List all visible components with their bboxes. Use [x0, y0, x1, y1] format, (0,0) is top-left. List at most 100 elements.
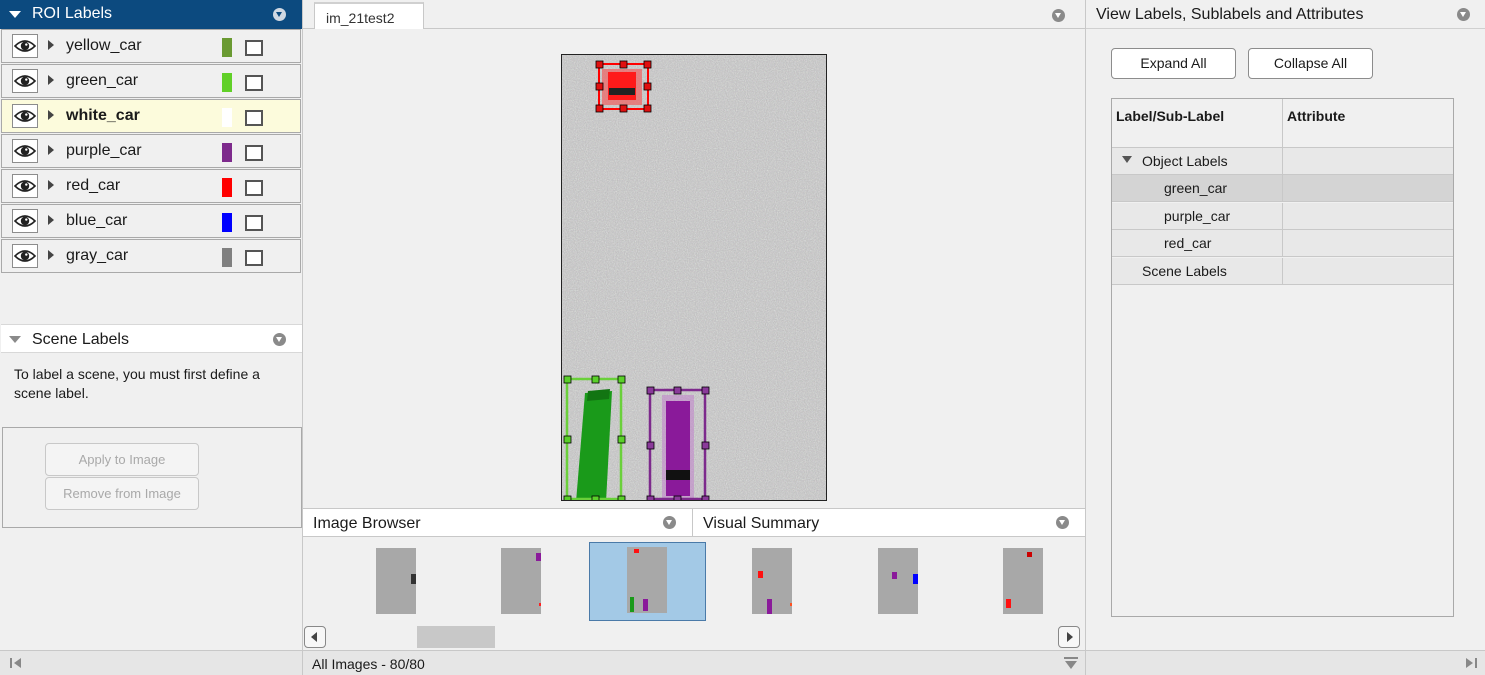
collapse-triangle-icon[interactable]	[9, 11, 21, 18]
collapse-all-button[interactable]: Collapse All	[1248, 48, 1373, 79]
red-car-object	[602, 69, 642, 105]
attributes-panel-title: View Labels, Sublabels and Attributes	[1096, 6, 1364, 23]
scroll-right-button[interactable]	[1058, 626, 1080, 648]
label-checkbox[interactable]	[245, 215, 263, 231]
tree-row-sublabel[interactable]: red_car	[1112, 230, 1453, 257]
panel-menu-icon[interactable]	[663, 516, 676, 529]
expand-arrow-icon[interactable]	[48, 145, 54, 155]
tab-im-21test2[interactable]: im_21test2	[314, 2, 424, 30]
tree-row-sublabel[interactable]: green_car	[1112, 175, 1453, 202]
expand-arrow-icon[interactable]	[48, 40, 54, 50]
image-thumbnail[interactable]	[376, 548, 416, 614]
label-attribute-table: Label/Sub-Label Attribute Object Labels …	[1111, 98, 1454, 617]
visibility-toggle-button[interactable]	[12, 174, 38, 198]
label-color-swatch[interactable]	[222, 248, 232, 267]
expand-triangle-icon[interactable]	[1122, 156, 1132, 164]
roi-label-name: white_car	[66, 107, 140, 124]
label-checkbox[interactable]	[245, 40, 263, 56]
label-checkbox[interactable]	[245, 75, 263, 91]
roi-label-name: gray_car	[66, 247, 129, 264]
visibility-toggle-button[interactable]	[12, 34, 38, 58]
label-color-swatch[interactable]	[222, 108, 232, 127]
scene-label-box: Apply to Image Remove from Image	[2, 427, 302, 528]
scene-labels-title: Scene Labels	[32, 331, 129, 348]
visibility-toggle-button[interactable]	[12, 69, 38, 93]
purple-car-object	[662, 395, 694, 500]
column-header-label[interactable]: Label/Sub-Label	[1112, 99, 1283, 148]
roi-label-row[interactable]: white_car	[1, 99, 301, 133]
tree-row-scene-labels[interactable]: Scene Labels	[1112, 258, 1453, 285]
panel-menu-icon[interactable]	[1457, 8, 1470, 21]
eye-icon	[14, 215, 36, 227]
expand-arrow-icon[interactable]	[48, 250, 54, 260]
document-menu-icon[interactable]	[1052, 9, 1065, 22]
panel-menu-icon[interactable]	[1056, 516, 1069, 529]
label-checkbox[interactable]	[245, 180, 263, 196]
label-color-swatch[interactable]	[222, 213, 232, 232]
image-thumbnail[interactable]	[1003, 548, 1043, 614]
image-browser-header[interactable]: Image Browser	[303, 508, 693, 537]
image-thumbnail[interactable]	[627, 547, 667, 613]
column-header-attribute[interactable]: Attribute	[1283, 99, 1453, 148]
label-color-swatch[interactable]	[222, 73, 232, 92]
tree-row-label: Object Labels	[1142, 153, 1228, 169]
tree-row-label: purple_car	[1164, 208, 1231, 224]
roi-label-row[interactable]: purple_car	[1, 134, 301, 168]
scroll-left-button[interactable]	[304, 626, 326, 648]
image-canvas[interactable]	[562, 55, 827, 501]
roi-label-row[interactable]: gray_car	[1, 239, 301, 273]
filter-icon[interactable]	[1063, 656, 1079, 670]
attributes-panel-header[interactable]: View Labels, Sublabels and Attributes	[1086, 0, 1485, 29]
image-thumbnail[interactable]	[878, 548, 918, 614]
image-thumbnail[interactable]	[501, 548, 541, 614]
roi-label-row[interactable]: yellow_car	[1, 29, 301, 63]
status-separator	[1085, 651, 1086, 675]
expand-arrow-icon[interactable]	[48, 75, 54, 85]
roi-label-row[interactable]: green_car	[1, 64, 301, 98]
label-checkbox[interactable]	[245, 110, 263, 126]
image-thumbnail-selected[interactable]	[589, 542, 706, 621]
label-checkbox[interactable]	[245, 145, 263, 161]
tree-row-label: green_car	[1164, 180, 1228, 196]
roi-label-name: blue_car	[66, 212, 128, 229]
chevron-left-icon	[311, 632, 317, 642]
roi-label-name: green_car	[66, 72, 139, 89]
tree-row-sublabel[interactable]: purple_car	[1112, 203, 1453, 230]
visual-summary-header[interactable]: Visual Summary	[693, 508, 1085, 537]
expand-all-button[interactable]: Expand All	[1111, 48, 1236, 79]
collapse-left-panel-icon[interactable]	[9, 657, 23, 669]
visual-summary-title: Visual Summary	[703, 515, 820, 532]
roi-labels-header[interactable]: ROI Labels	[0, 0, 302, 29]
label-checkbox[interactable]	[245, 250, 263, 266]
labeled-image[interactable]	[561, 54, 827, 501]
roi-label-row[interactable]: red_car	[1, 169, 301, 203]
eye-icon	[14, 40, 36, 52]
visibility-toggle-button[interactable]	[12, 244, 38, 268]
image-thumbnail[interactable]	[752, 548, 792, 614]
label-color-swatch[interactable]	[222, 38, 232, 57]
remove-from-image-button[interactable]: Remove from Image	[45, 477, 199, 510]
visibility-toggle-button[interactable]	[12, 104, 38, 128]
roi-label-row[interactable]: blue_car	[1, 204, 301, 238]
horizontal-scrollbar-thumb[interactable]	[417, 626, 495, 648]
label-color-swatch[interactable]	[222, 143, 232, 162]
panel-menu-icon[interactable]	[273, 8, 286, 21]
eye-icon	[14, 250, 36, 262]
image-browser-title: Image Browser	[313, 515, 421, 532]
scene-labels-header[interactable]: Scene Labels	[1, 324, 302, 353]
expand-arrow-icon[interactable]	[48, 180, 54, 190]
status-bar	[0, 650, 1485, 675]
visibility-toggle-button[interactable]	[12, 209, 38, 233]
collapse-triangle-icon[interactable]	[9, 336, 21, 343]
label-color-swatch[interactable]	[222, 178, 232, 197]
eye-icon	[14, 75, 36, 87]
tree-row-object-labels[interactable]: Object Labels	[1112, 148, 1453, 175]
panel-menu-icon[interactable]	[273, 333, 286, 346]
tab-label: im_21test2	[326, 10, 395, 26]
apply-to-image-button[interactable]: Apply to Image	[45, 443, 199, 476]
roi-label-list: yellow_car green_car white_car purple_car re…	[1, 29, 301, 274]
visibility-toggle-button[interactable]	[12, 139, 38, 163]
expand-arrow-icon[interactable]	[48, 110, 54, 120]
expand-arrow-icon[interactable]	[48, 215, 54, 225]
collapse-right-panel-icon[interactable]	[1464, 657, 1478, 669]
